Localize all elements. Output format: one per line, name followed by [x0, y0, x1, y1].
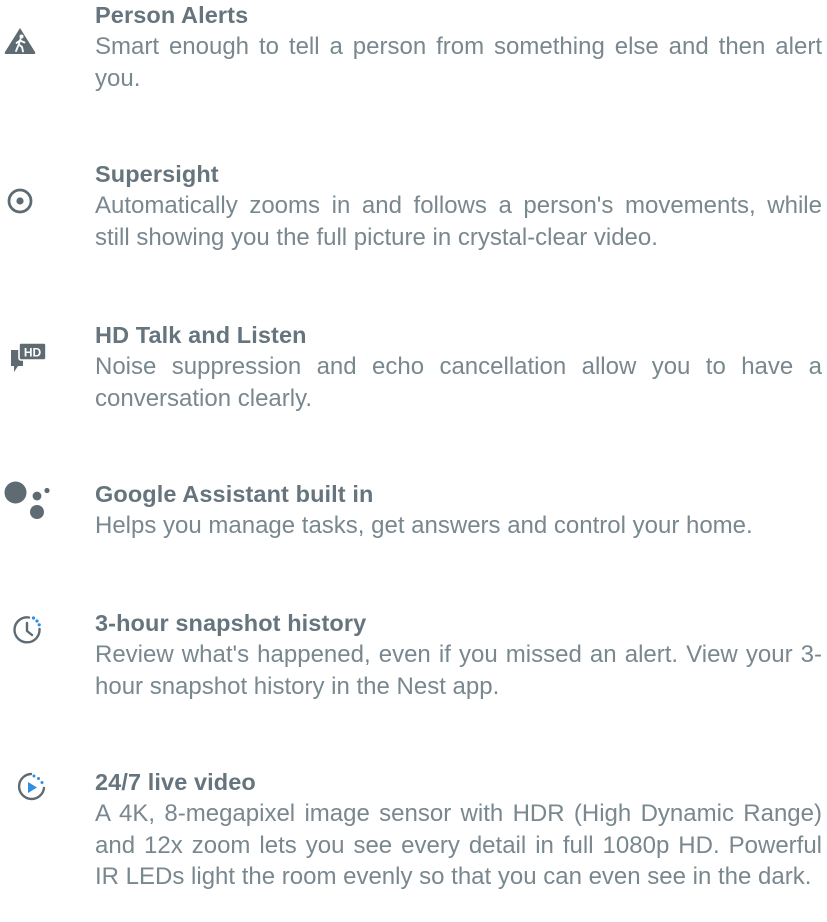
feature-title: 24/7 live video — [95, 769, 256, 795]
feature-title: Google Assistant built in — [95, 481, 374, 507]
feature-description: Review what's happened, even if you miss… — [95, 641, 822, 700]
hd-chat-bubble-icon: HD — [0, 340, 60, 390]
feature-description: Smart enough to tell a person from somet… — [95, 33, 822, 92]
feature-title: Supersight — [95, 161, 219, 187]
feature-description: Helps you manage tasks, get answers and … — [95, 512, 753, 539]
feature-title: HD Talk and Listen — [95, 322, 307, 348]
feature-text: 24/7 live video A 4K, 8-megapixel image … — [95, 769, 822, 893]
feature-description: A 4K, 8-megapixel image sensor with HDR … — [95, 800, 822, 890]
feature-title: 3-hour snapshot history — [95, 610, 367, 636]
walking-person-icon — [0, 26, 60, 76]
hd-icon-label: HD — [24, 346, 42, 360]
google-assistant-dots-icon — [0, 481, 60, 531]
feature-text: HD Talk and Listen Noise suppression and… — [95, 322, 822, 414]
live-video-play-icon — [0, 769, 60, 819]
feature-description: Automatically zooms in and follows a per… — [95, 192, 822, 251]
feature-text: Person Alerts Smart enough to tell a per… — [95, 2, 822, 94]
clock-history-icon — [0, 612, 60, 662]
feature-description: Noise suppression and echo cancellation … — [95, 353, 822, 412]
feature-title: Person Alerts — [95, 2, 249, 28]
feature-text: Supersight Automatically zooms in and fo… — [95, 161, 822, 253]
feature-text: 3-hour snapshot history Review what's ha… — [95, 610, 822, 702]
target-circle-icon — [0, 187, 60, 237]
feature-text: Google Assistant built in Helps you mana… — [95, 481, 822, 542]
